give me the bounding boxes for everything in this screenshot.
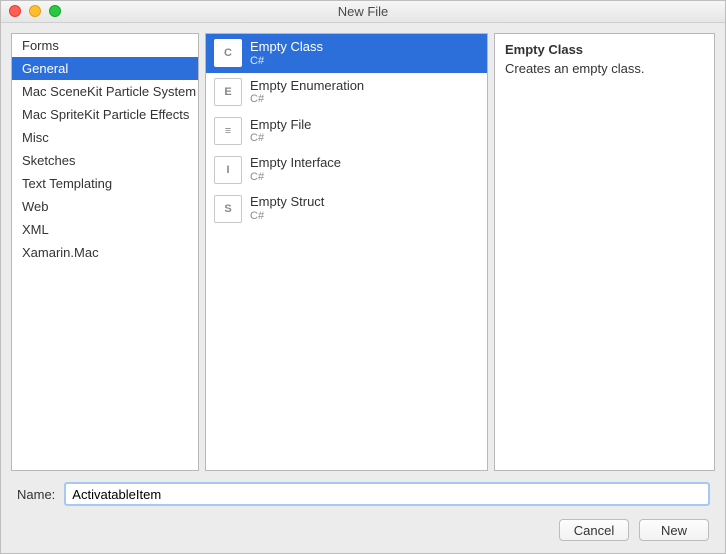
template-item[interactable]: ≡ Empty FileC# — [206, 112, 487, 151]
file-icon: I — [214, 156, 242, 184]
category-list[interactable]: FormsGeneralMac SceneKit Particle System… — [11, 33, 199, 471]
category-item[interactable]: Forms — [12, 34, 198, 57]
zoom-icon[interactable] — [49, 5, 61, 17]
category-item[interactable]: Text Templating — [12, 172, 198, 195]
category-item[interactable]: Mac SpriteKit Particle Effects — [12, 103, 198, 126]
description-title: Empty Class — [505, 42, 704, 57]
description-panel: Empty Class Creates an empty class. — [494, 33, 715, 471]
template-subtitle: C# — [250, 210, 324, 223]
minimize-icon[interactable] — [29, 5, 41, 17]
template-item[interactable]: I Empty InterfaceC# — [206, 150, 487, 189]
template-item[interactable]: E Empty EnumerationC# — [206, 73, 487, 112]
file-icon: E — [214, 78, 242, 106]
template-name: Empty Interface — [250, 155, 341, 171]
file-icon: ≡ — [214, 117, 242, 145]
template-name: Empty Class — [250, 39, 323, 55]
titlebar: New File — [1, 1, 725, 23]
template-subtitle: C# — [250, 171, 341, 184]
new-file-dialog: New File FormsGeneralMac SceneKit Partic… — [0, 0, 726, 554]
name-label: Name: — [17, 487, 55, 502]
description-body: Creates an empty class. — [505, 61, 704, 76]
category-item[interactable]: Web — [12, 195, 198, 218]
button-row: Cancel New — [11, 509, 715, 547]
template-name: Empty Enumeration — [250, 78, 364, 94]
file-icon: S — [214, 195, 242, 223]
category-item[interactable]: Mac SceneKit Particle System — [12, 80, 198, 103]
window-title: New File — [1, 4, 725, 19]
template-subtitle: C# — [250, 93, 364, 106]
name-row: Name: — [11, 471, 715, 509]
cancel-button[interactable]: Cancel — [559, 519, 629, 541]
category-item[interactable]: Xamarin.Mac — [12, 241, 198, 264]
template-item[interactable]: C Empty ClassC# — [206, 34, 487, 73]
template-subtitle: C# — [250, 55, 323, 68]
template-name: Empty Struct — [250, 194, 324, 210]
template-name: Empty File — [250, 117, 311, 133]
category-item[interactable]: XML — [12, 218, 198, 241]
template-item[interactable]: S Empty StructC# — [206, 189, 487, 228]
template-subtitle: C# — [250, 132, 311, 145]
panels: FormsGeneralMac SceneKit Particle System… — [11, 33, 715, 471]
name-input[interactable] — [65, 483, 709, 505]
template-list[interactable]: CEmpty ClassC#EEmpty EnumerationC#≡Empty… — [205, 33, 488, 471]
category-item[interactable]: Sketches — [12, 149, 198, 172]
close-icon[interactable] — [9, 5, 21, 17]
category-item[interactable]: Misc — [12, 126, 198, 149]
category-item[interactable]: General — [12, 57, 198, 80]
dialog-body: FormsGeneralMac SceneKit Particle System… — [1, 23, 725, 553]
traffic-lights — [9, 5, 61, 17]
new-button[interactable]: New — [639, 519, 709, 541]
file-icon: C — [214, 39, 242, 67]
